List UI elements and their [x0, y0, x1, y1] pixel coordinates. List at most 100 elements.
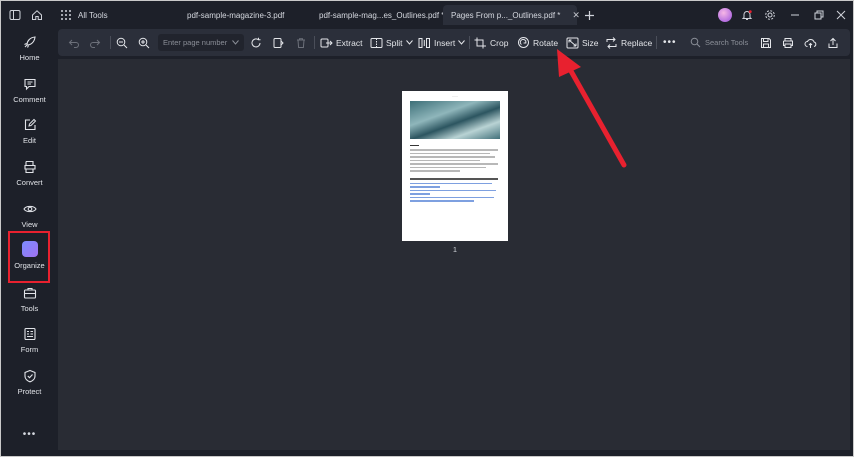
shield-icon	[23, 369, 36, 383]
text-line	[410, 177, 498, 180]
toolbar-divider	[110, 36, 111, 49]
insert-icon	[418, 37, 430, 48]
zoom-out-icon[interactable]	[116, 29, 131, 56]
grid-icon[interactable]	[58, 7, 74, 23]
avatar[interactable]	[718, 8, 732, 22]
sidebar-item-tools[interactable]: Tools	[1, 286, 58, 313]
chevron-down-icon	[405, 40, 413, 45]
sidebar-item-organize[interactable]: Organize	[1, 241, 58, 270]
search-tools-placeholder: Search Tools	[705, 38, 749, 47]
rocket-icon	[23, 36, 36, 48]
sidebar-item-form[interactable]: Form	[1, 327, 58, 354]
sidebar-more-button[interactable]: •••	[1, 429, 58, 440]
tab-document-2[interactable]: pdf-sample-mag...es_Outlines.pdf *	[319, 5, 444, 25]
link-line	[410, 193, 430, 195]
replace-button[interactable]: Replace	[605, 29, 652, 56]
link-line	[410, 186, 440, 188]
rotate-label: Rotate	[533, 37, 559, 48]
split-button[interactable]: Split	[370, 29, 416, 56]
chevron-down-icon	[458, 40, 466, 45]
convert-icon	[23, 160, 36, 174]
home-icon[interactable]	[29, 7, 45, 23]
tab-document-3-active[interactable]: Pages From p..._Outlines.pdf * ✕	[443, 5, 580, 25]
new-tab-icon[interactable]	[581, 7, 597, 23]
split-icon	[370, 37, 383, 48]
eye-icon	[22, 205, 37, 213]
page-header: ———	[452, 96, 458, 98]
rotate-icon	[518, 37, 529, 48]
text-line	[410, 149, 498, 151]
settings-icon[interactable]	[762, 7, 778, 23]
sidebar-item-label: Home	[19, 53, 40, 62]
page-number-label: 1	[452, 245, 458, 254]
crop-button[interactable]: Crop	[474, 29, 508, 56]
page-number-placeholder: Enter page number	[163, 38, 228, 47]
tab-label: pdf-sample-mag...es_Outlines.pdf *	[319, 10, 445, 20]
close-window-icon[interactable]	[833, 7, 849, 23]
sidebar-item-edit[interactable]: Edit	[1, 118, 58, 145]
all-tools-label: All Tools	[78, 10, 108, 20]
bell-icon[interactable]	[739, 7, 755, 23]
sidebar-item-view[interactable]: View	[1, 202, 58, 229]
search-icon	[690, 37, 701, 48]
edit-icon	[24, 118, 36, 131]
all-tools-tab[interactable]: All Tools	[78, 5, 108, 25]
tab-close-icon[interactable]: ✕	[572, 10, 580, 21]
sidebar-item-label: Comment	[13, 95, 46, 104]
more-tools-button[interactable]: •••	[663, 29, 677, 56]
page-number-input[interactable]: Enter page number	[158, 34, 244, 51]
reverse-order-icon[interactable]	[272, 29, 287, 56]
sidebar-item-label: Protect	[17, 387, 42, 396]
rotate-button[interactable]: Rotate	[517, 29, 558, 56]
replace-label: Replace	[621, 37, 653, 48]
zoom-in-icon[interactable]	[138, 29, 153, 56]
tab-label: pdf-sample-magazine-3.pdf	[187, 10, 285, 20]
sidebar-item-comment[interactable]: Comment	[1, 77, 58, 104]
text-line	[410, 163, 498, 165]
comment-icon	[23, 78, 36, 91]
crop-icon	[474, 37, 486, 48]
search-tools-input[interactable]: Search Tools	[690, 29, 748, 56]
toolbar-divider	[656, 36, 657, 49]
text-line	[410, 170, 460, 172]
redo-icon[interactable]	[89, 29, 104, 56]
sidebar-item-convert[interactable]: Convert	[1, 160, 58, 187]
share-icon[interactable]	[827, 29, 842, 56]
page-thumbnail[interactable]: ——— ▬▬▬	[402, 91, 508, 241]
left-sidebar: Home Comment Edit Convert View Organize …	[1, 29, 58, 456]
print-icon[interactable]	[782, 29, 797, 56]
undo-icon[interactable]	[68, 29, 83, 56]
restore-icon[interactable]	[811, 7, 827, 23]
page-image	[410, 101, 500, 139]
link-line	[410, 182, 492, 184]
link-line	[410, 189, 496, 191]
insert-button[interactable]: Insert	[418, 29, 468, 56]
page-heading: ▬▬▬	[410, 143, 419, 147]
toolbox-icon	[23, 287, 36, 299]
link-line	[410, 200, 474, 202]
sidebar-item-home[interactable]: Home	[1, 35, 58, 62]
text-line	[410, 156, 495, 158]
app-window: All Tools pdf-sample-magazine-3.pdf pdf-…	[0, 0, 854, 457]
text-line	[410, 159, 480, 161]
size-button[interactable]: Size	[566, 29, 599, 56]
tab-label: Pages From p..._Outlines.pdf *	[451, 10, 561, 20]
replace-icon	[606, 36, 617, 49]
cloud-upload-icon[interactable]	[804, 29, 820, 56]
toolbar-divider	[314, 36, 315, 49]
sidebar-item-protect[interactable]: Protect	[1, 369, 58, 396]
extract-button[interactable]: Extract	[320, 29, 362, 56]
rotate-page-icon[interactable]	[250, 29, 265, 56]
delete-icon[interactable]	[295, 29, 310, 56]
size-label: Size	[582, 37, 599, 48]
text-line	[410, 166, 486, 168]
minimize-icon[interactable]	[787, 7, 803, 23]
sidebar-toggle-icon[interactable]	[7, 7, 23, 23]
document-canvas[interactable]: ——— ▬▬▬ 1	[58, 59, 850, 450]
title-bar: All Tools pdf-sample-magazine-3.pdf pdf-…	[1, 1, 853, 29]
chevron-down-icon	[232, 40, 239, 45]
organize-toolbar: Enter page number Extract Split Insert C…	[58, 29, 850, 56]
form-icon	[23, 327, 36, 341]
tab-document-1[interactable]: pdf-sample-magazine-3.pdf	[187, 5, 284, 25]
save-icon[interactable]	[760, 29, 775, 56]
